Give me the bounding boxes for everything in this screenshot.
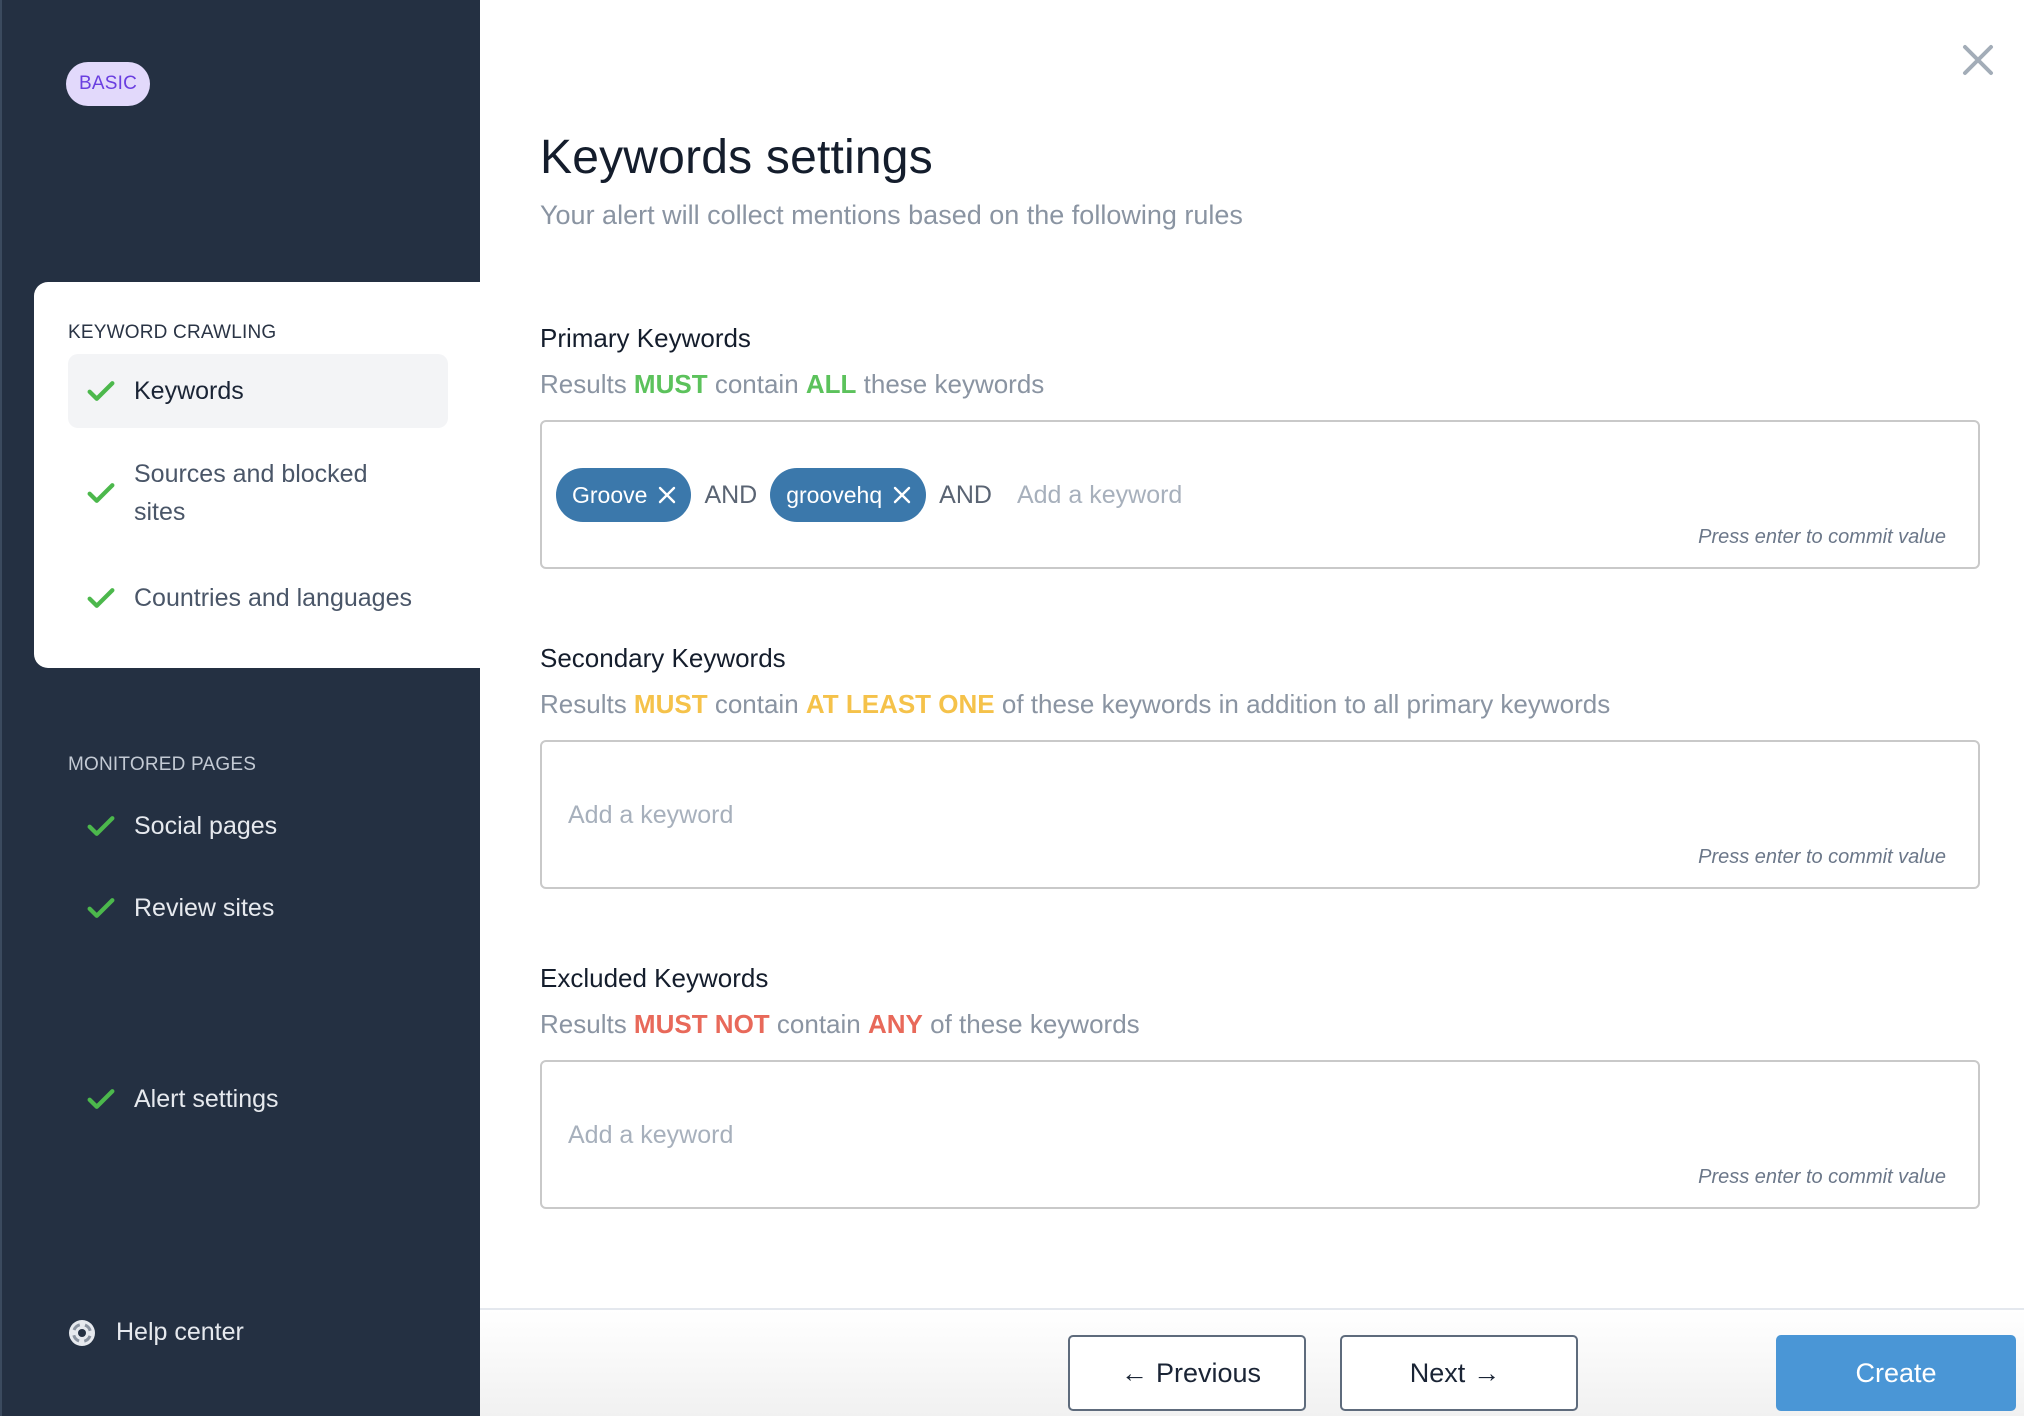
excluded-keywords-field[interactable]: Press enter to commit value — [540, 1060, 1980, 1209]
keyword-chip-label: groovehq — [786, 481, 883, 508]
section-label-keyword-crawling: KEYWORD CRAWLING — [68, 322, 277, 343]
rule-emphasis: MUST — [633, 369, 708, 399]
next-button[interactable]: Next → — [1340, 1335, 1578, 1411]
sidebar-item-sources[interactable]: Sources and blocked sites — [84, 450, 424, 536]
secondary-keywords-section: Secondary Keywords Results MUST contain … — [540, 638, 1980, 889]
previous-button[interactable]: ← Previous — [1068, 1335, 1306, 1411]
rule-text: these keywords — [856, 369, 1045, 399]
rule-text: contain — [707, 689, 806, 719]
check-icon — [87, 898, 115, 918]
sidebar-item-label: Social pages — [134, 811, 278, 840]
check-icon — [87, 588, 115, 608]
check-icon — [87, 1089, 115, 1109]
rule-text: Results — [540, 369, 634, 399]
commit-hint: Press enter to commit value — [1698, 526, 1946, 548]
help-center-link[interactable]: Help center — [68, 1318, 244, 1347]
sidebar-item-review-sites[interactable]: Review sites — [84, 888, 274, 928]
arrow-right-icon: → — [1473, 1357, 1501, 1388]
section-rule: Results MUST contain AT LEAST ONE of the… — [540, 684, 1980, 724]
lifebuoy-icon — [69, 1319, 95, 1346]
rule-text: contain — [707, 369, 806, 399]
sidebar-item-alert-settings[interactable]: Alert settings — [84, 1079, 279, 1119]
rule-emphasis: MUST — [633, 689, 708, 719]
footer-bar: ← Previous Next → Create — [480, 1308, 2024, 1416]
keyword-chips — [568, 788, 828, 842]
previous-label: Previous — [1155, 1357, 1262, 1388]
keyword-chip: Groove — [556, 468, 692, 522]
primary-keywords-section: Primary Keywords Results MUST contain AL… — [540, 318, 1980, 569]
create-label: Create — [1855, 1357, 1937, 1388]
close-icon[interactable] — [1960, 42, 1996, 78]
section-label-monitored-pages: MONITORED PAGES — [68, 754, 257, 775]
rule-emphasis: ANY — [867, 1009, 923, 1039]
next-label: Next — [1409, 1357, 1466, 1388]
rule-emphasis: ALL — [805, 369, 857, 399]
keyword-chip-label: Groove — [572, 481, 648, 508]
section-title: Secondary Keywords — [540, 643, 786, 673]
rule-emphasis: AT LEAST ONE — [805, 689, 995, 719]
rule-emphasis: MUST NOT — [633, 1009, 770, 1039]
sidebar-item-label: Alert settings — [134, 1084, 279, 1113]
page-subtitle: Your alert will collect mentions based o… — [540, 200, 1243, 230]
primary-keyword-input[interactable] — [1016, 480, 1277, 510]
sidebar-item-label: Review sites — [134, 893, 275, 922]
help-center-label: Help center — [116, 1318, 244, 1346]
excluded-keyword-input[interactable] — [568, 1120, 828, 1150]
keyword-chip: groovehq — [770, 468, 927, 522]
plan-badge: BASIC — [66, 62, 151, 106]
secondary-keyword-input[interactable] — [568, 800, 828, 830]
check-icon — [87, 816, 115, 836]
rule-text: of these keywords in addition to all pri… — [994, 689, 1611, 719]
and-joiner: AND — [939, 480, 992, 509]
remove-keyword-icon[interactable] — [657, 485, 677, 505]
check-icon — [87, 483, 115, 503]
sidebar-item-social-pages[interactable]: Social pages — [84, 806, 277, 846]
secondary-keywords-field[interactable]: Press enter to commit value — [540, 740, 1980, 889]
sidebar-item-countries[interactable]: Countries and languages — [84, 578, 412, 618]
sidebar: BASIC KEYWORD CRAWLING Keywords Sources … — [0, 0, 486, 1416]
section-rule: Results MUST contain ALL these keywords — [540, 364, 1980, 404]
keyword-crawling-card: KEYWORD CRAWLING Keywords Sources and bl… — [34, 282, 486, 668]
create-button[interactable]: Create — [1776, 1335, 2016, 1411]
section-title: Primary Keywords — [540, 323, 751, 353]
and-joiner: AND — [704, 480, 758, 509]
page-title: Keywords settings — [540, 131, 933, 184]
keyword-chips: Groove AND groovehq AND — [556, 468, 1277, 522]
arrow-left-icon: ← — [1120, 1357, 1148, 1388]
rule-text: contain — [769, 1009, 868, 1039]
check-icon — [87, 381, 115, 401]
rule-text: Results — [540, 1009, 634, 1039]
sidebar-item-keywords[interactable]: Keywords — [68, 354, 448, 428]
section-rule: Results MUST NOT contain ANY of these ke… — [540, 1004, 1980, 1044]
rule-text: Results — [540, 689, 634, 719]
rule-text: of these keywords — [922, 1009, 1140, 1039]
primary-keywords-field[interactable]: Groove AND groovehq AND Press enter to c… — [540, 420, 1980, 569]
sidebar-item-label: Countries and languages — [134, 583, 412, 612]
remove-keyword-icon[interactable] — [892, 485, 912, 505]
section-title: Excluded Keywords — [540, 963, 769, 993]
commit-hint: Press enter to commit value — [1698, 846, 1946, 868]
sidebar-item-label: Sources and blocked sites — [134, 460, 368, 526]
commit-hint: Press enter to commit value — [1698, 1166, 1946, 1188]
keyword-chips — [568, 1108, 828, 1162]
excluded-keywords-section: Excluded Keywords Results MUST NOT conta… — [540, 958, 1980, 1209]
sidebar-item-label: Keywords — [134, 376, 244, 405]
